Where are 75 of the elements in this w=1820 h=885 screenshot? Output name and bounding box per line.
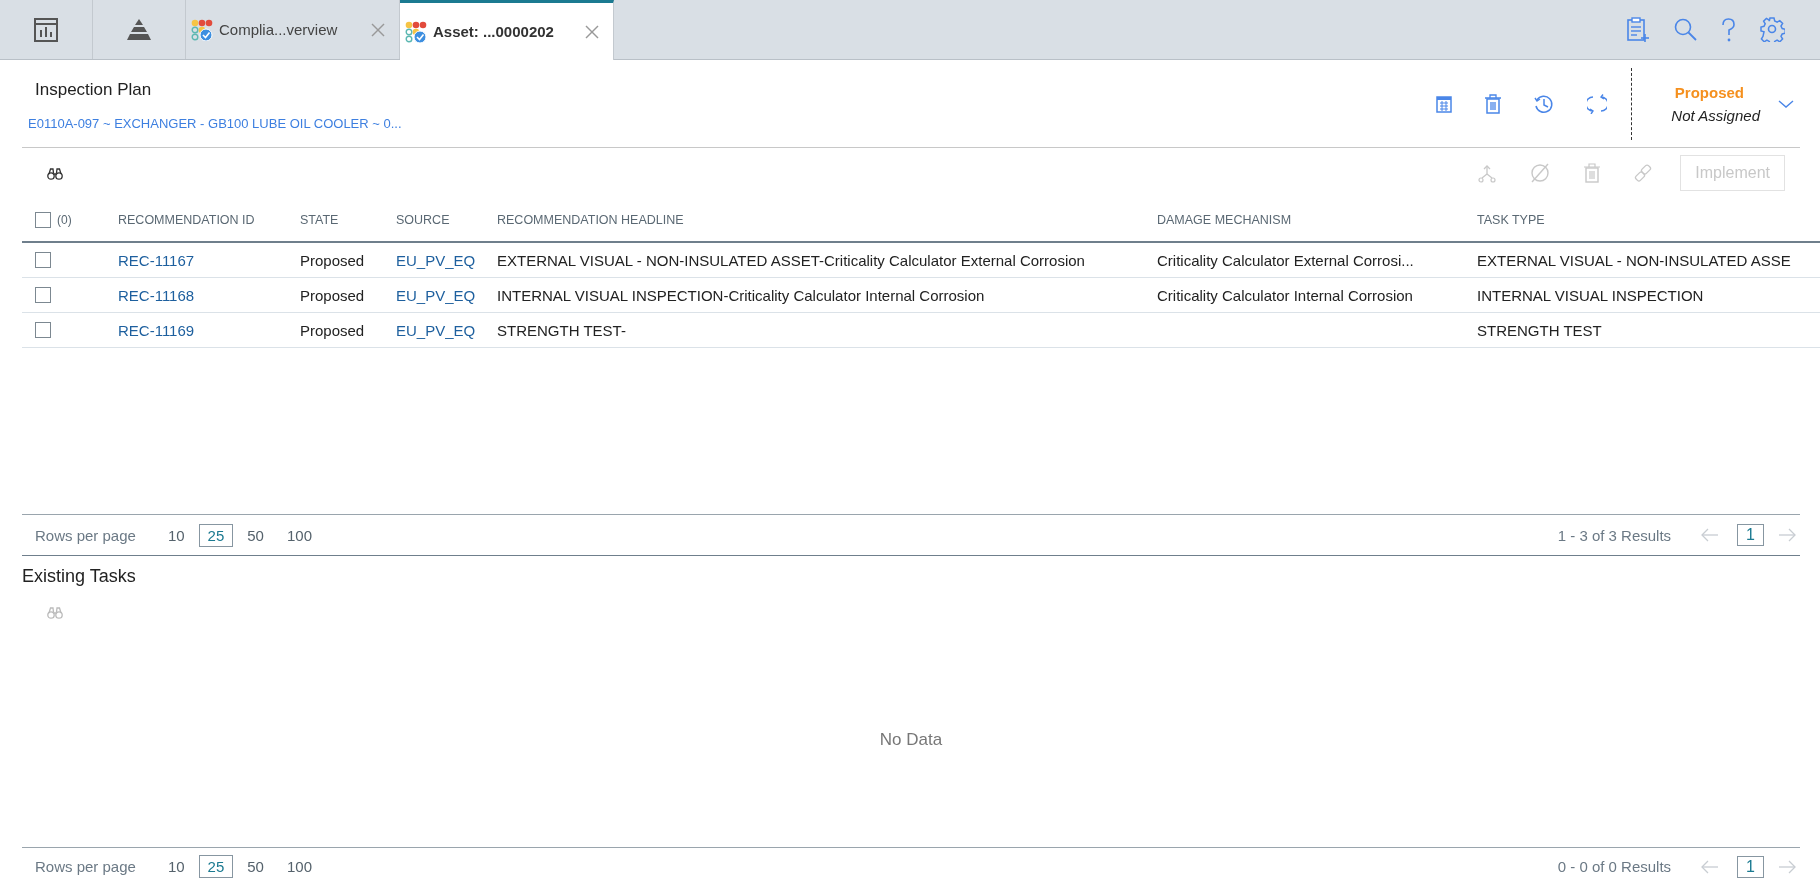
column-header[interactable]: SOURCE: [396, 198, 497, 242]
close-icon[interactable]: [585, 24, 599, 39]
prohibited-icon[interactable]: [1530, 163, 1551, 183]
calendar-icon[interactable]: [1436, 94, 1452, 113]
table-cell: STRENGTH TEST: [1477, 321, 1602, 339]
checkbox[interactable]: [35, 252, 51, 268]
selected-count: (0): [57, 212, 72, 227]
asset-link[interactable]: E0110A-097 ~ EXCHANGER - GB100 LUBE OIL COOLER ~ 0...: [22, 116, 1436, 131]
help-icon[interactable]: [1721, 17, 1736, 42]
page-size-option[interactable]: 50: [238, 523, 273, 547]
page-size-option[interactable]: 25: [198, 855, 234, 878]
checkbox[interactable]: [35, 287, 51, 303]
page-size-option[interactable]: 10: [158, 855, 194, 878]
table-cell: EXTERNAL VISUAL - NON-INSULATED ASSET-Criticality Calculator External Corrosion: [497, 251, 1085, 269]
rows-per-page-label: Rows per page: [34, 526, 136, 544]
table-cell: INTERNAL VISUAL INSPECTION: [1477, 286, 1704, 304]
chevron-down-icon[interactable]: [1778, 99, 1794, 108]
tab-label: Complia...verview: [219, 21, 339, 38]
search-icon[interactable]: [1674, 18, 1697, 41]
page-number[interactable]: 1: [1737, 855, 1764, 878]
chart-window-icon: [33, 16, 59, 43]
app-icon: [405, 20, 427, 43]
trash-icon[interactable]: [1584, 163, 1601, 183]
column-header[interactable]: TASK TYPE: [1477, 198, 1820, 242]
column-header[interactable]: RECOMMENDATION HEADLINE: [497, 198, 1157, 242]
page-number[interactable]: 1: [1737, 524, 1764, 546]
history-icon[interactable]: [1534, 93, 1554, 114]
table-cell: EXTERNAL VISUAL - NON-INSULATED ASSE: [1477, 251, 1791, 269]
results-summary: 1 - 3 of 3 Results: [1557, 526, 1672, 544]
table-cell: STRENGTH TEST-: [497, 321, 626, 339]
refresh-icon[interactable]: [1587, 93, 1607, 114]
arrow-right-icon[interactable]: [1778, 859, 1796, 874]
source-link[interactable]: EU_PV_EQ: [396, 321, 476, 339]
assignee-label: Not Assigned: [1671, 106, 1760, 124]
page-size-option[interactable]: 100: [277, 523, 321, 547]
arrow-left-icon[interactable]: [1701, 859, 1720, 874]
source-link[interactable]: EU_PV_EQ: [396, 286, 476, 304]
settings-icon[interactable]: [1760, 17, 1785, 42]
tab[interactable]: Asset: ...0000202: [400, 0, 614, 60]
trash-icon[interactable]: [1485, 93, 1501, 114]
page-size-option[interactable]: 10: [158, 523, 194, 547]
arrow-left-icon[interactable]: [1701, 528, 1720, 542]
pyramid-icon: [126, 17, 152, 42]
page-size-option[interactable]: 50: [238, 855, 273, 878]
checkbox[interactable]: [35, 322, 51, 338]
results-summary: 0 - 0 of 0 Results: [1557, 858, 1672, 875]
section-title: Existing Tasks: [21, 565, 137, 588]
table-cell: Criticality Calculator Internal Corrosion: [1157, 286, 1413, 304]
rows-per-page-label: Rows per page: [34, 858, 136, 875]
table-cell: Proposed: [300, 251, 365, 269]
broken-link-icon[interactable]: [1634, 164, 1653, 182]
recommendation-link[interactable]: REC-11169: [118, 321, 195, 339]
table-cell: Proposed: [300, 286, 365, 304]
page-title: Inspection Plan: [34, 80, 153, 100]
page-size-option[interactable]: 25: [198, 523, 234, 547]
empty-message: No Data: [879, 729, 943, 750]
checkbox[interactable]: [35, 211, 51, 228]
recommendation-link[interactable]: REC-11167: [118, 251, 195, 269]
column-header[interactable]: DAMAGE MECHANISM: [1157, 198, 1477, 242]
branch-icon[interactable]: [1478, 163, 1497, 183]
column-header[interactable]: STATE: [300, 198, 396, 242]
binoculars-icon[interactable]: [47, 166, 63, 180]
column-header[interactable]: RECOMMENDATION ID: [118, 198, 300, 242]
tab-label: Asset: ...0000202: [433, 23, 555, 40]
recommendation-link[interactable]: REC-11168: [118, 286, 195, 304]
table-cell: Proposed: [300, 321, 365, 339]
page-size-option[interactable]: 100: [277, 855, 321, 878]
app-icon: [191, 18, 213, 41]
source-link[interactable]: EU_PV_EQ: [396, 251, 476, 269]
arrow-right-icon[interactable]: [1778, 528, 1796, 542]
state-label: Proposed: [1674, 83, 1745, 101]
close-icon[interactable]: [371, 22, 385, 37]
table-cell: INTERNAL VISUAL INSPECTION-Criticality Calculator Internal Corrosion: [497, 286, 985, 304]
table-cell: Criticality Calculator External Corrosi...: [1157, 251, 1414, 269]
clipboard-plus-icon[interactable]: [1625, 16, 1650, 43]
